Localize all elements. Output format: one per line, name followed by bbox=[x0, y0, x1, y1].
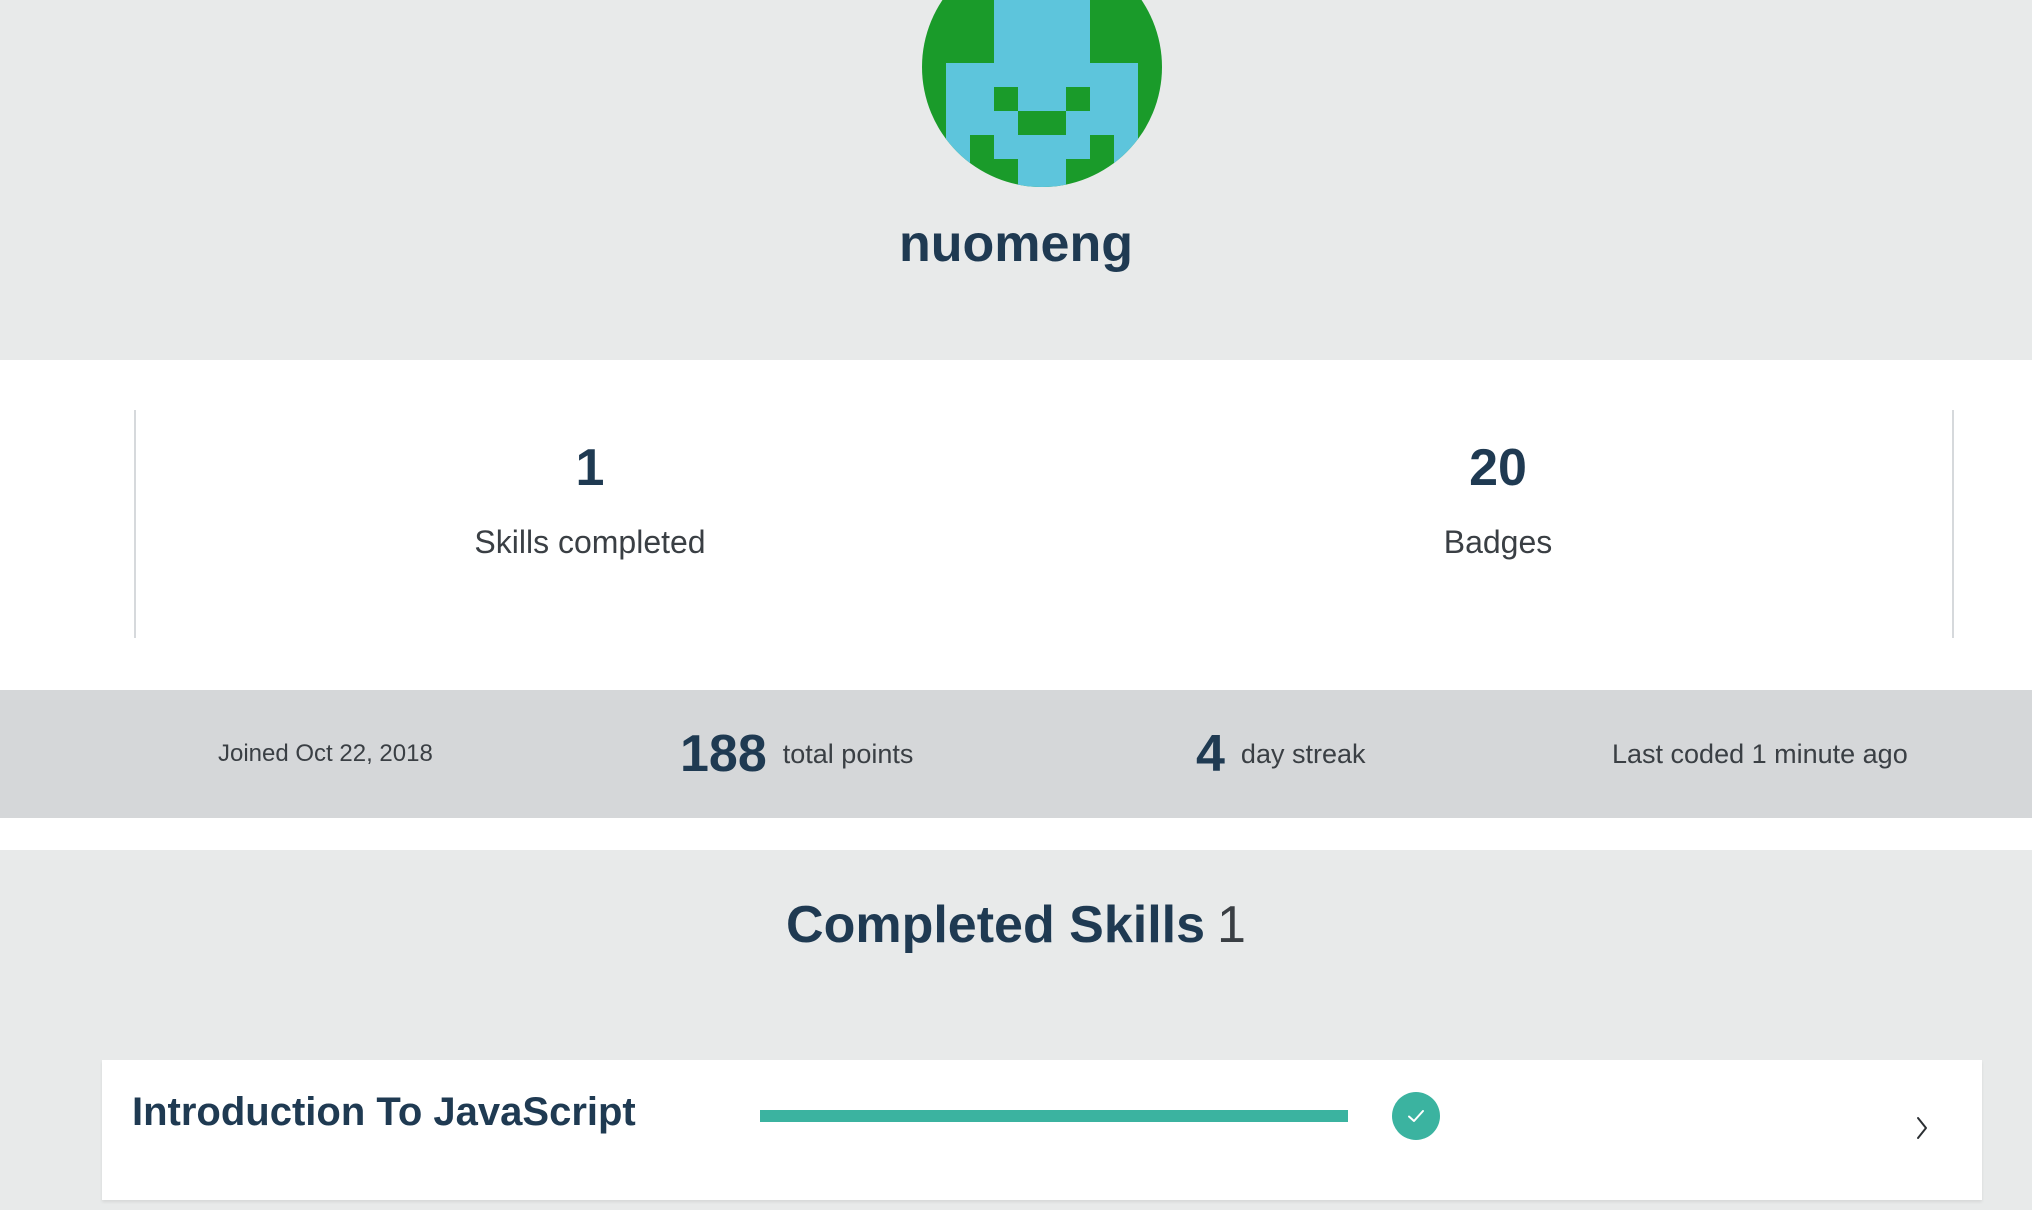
avatar-image bbox=[922, 0, 1162, 187]
info-bar: Joined Oct 22, 2018 188 total points 4 d… bbox=[0, 690, 2032, 818]
avatar bbox=[922, 0, 1162, 187]
skill-progress-fill bbox=[760, 1110, 1348, 1122]
streak-label: day streak bbox=[1240, 738, 1366, 769]
profile-header: nuomeng bbox=[0, 0, 2032, 360]
section-divider bbox=[0, 818, 2032, 850]
joined-date: Joined Oct 22, 2018 bbox=[218, 740, 433, 767]
streak-value: 4 bbox=[1196, 725, 1225, 783]
total-points-label: total points bbox=[782, 738, 914, 769]
total-points: 188 total points bbox=[680, 690, 913, 818]
skill-card[interactable]: Introduction To JavaScript bbox=[102, 1060, 1982, 1200]
check-icon bbox=[1392, 1092, 1440, 1140]
username: nuomeng bbox=[899, 215, 1133, 273]
skills-completed-label: Skills completed bbox=[474, 524, 706, 560]
last-coded-text: Last coded 1 minute ago bbox=[1612, 738, 1908, 769]
stats-container: 1 Skills completed 20 Badges bbox=[134, 410, 1954, 638]
stat-skills-completed: 1 Skills completed bbox=[136, 410, 1044, 561]
badges-value: 20 bbox=[1469, 439, 1527, 497]
completed-skills-title: Completed Skills bbox=[786, 896, 1206, 954]
skill-name[interactable]: Introduction To JavaScript bbox=[132, 1090, 636, 1135]
stat-badges[interactable]: 20 Badges bbox=[1044, 410, 1952, 561]
last-coded: Last coded 1 minute ago bbox=[1612, 690, 1908, 818]
skills-completed-value: 1 bbox=[575, 439, 605, 497]
stats-card: 1 Skills completed 20 Badges bbox=[0, 360, 2032, 690]
total-points-value: 188 bbox=[680, 725, 767, 783]
day-streak: 4 day streak bbox=[1196, 690, 1365, 818]
skill-progress-bar bbox=[760, 1110, 1348, 1122]
completed-skills-count: 1 bbox=[1217, 896, 1246, 954]
badges-label: Badges bbox=[1443, 524, 1553, 560]
joined-info: Joined Oct 22, 2018 bbox=[218, 690, 433, 818]
completed-skills-heading: Completed Skills 1 bbox=[0, 895, 2032, 955]
chevron-right-icon[interactable] bbox=[1915, 1115, 1929, 1149]
